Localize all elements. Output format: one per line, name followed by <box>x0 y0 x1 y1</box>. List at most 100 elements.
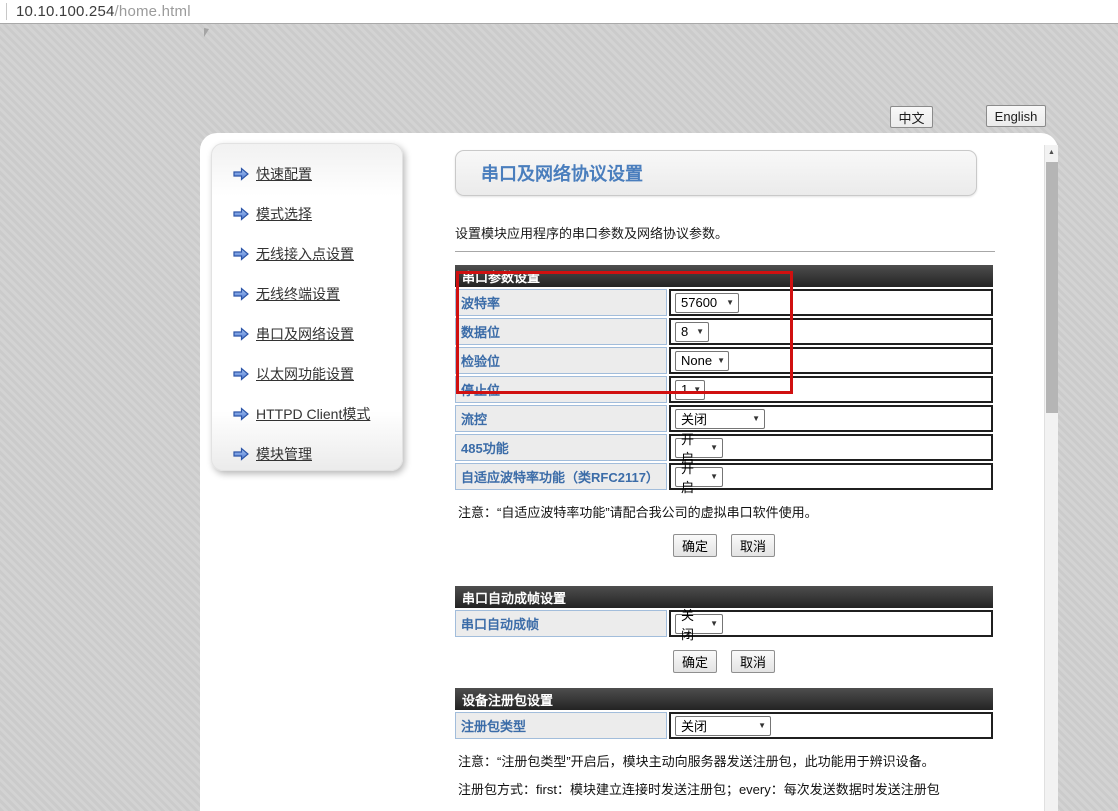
row-value-cell: 开启▼ <box>669 463 993 490</box>
sidebar-item-7[interactable]: HTTPD Client模式 <box>212 394 402 434</box>
select-value: 关闭 <box>681 716 707 735</box>
row-value-cell: 开启▼ <box>669 434 993 461</box>
select-value: 关闭 <box>681 605 705 643</box>
section-header: 设备注册包设置 <box>455 688 993 710</box>
arrow-right-icon <box>232 247 250 261</box>
row-value-cell: 57600▼ <box>669 289 993 316</box>
row-label: 流控 <box>455 405 667 432</box>
table-row: 流控关闭 ▼ <box>455 405 993 432</box>
cancel-button[interactable]: 取消 <box>731 534 775 557</box>
select-value: 关闭 <box>681 409 707 428</box>
arrow-right-icon <box>232 327 250 341</box>
row-value-cell: 关闭▼ <box>669 712 993 739</box>
page-description: 设置模块应用程序的串口参数及网络协议参数。 <box>455 223 995 242</box>
row-label: 串口自动成帧 <box>455 610 667 637</box>
arrow-right-icon <box>232 167 250 181</box>
table-row: 波特率 57600▼ <box>455 289 993 316</box>
arrow-right-icon <box>232 207 250 221</box>
scroll-up-icon[interactable]: ▲ <box>1045 145 1058 160</box>
chevron-down-icon: ▼ <box>726 298 734 307</box>
sidebar-item-4[interactable]: 无线终端设置 <box>212 274 402 314</box>
chevron-down-icon: ▼ <box>710 472 718 481</box>
sidebar-item-5[interactable]: 串口及网络设置 <box>212 314 402 354</box>
page-background: 中文 English 快速配置模式选择无线接入点设置无线终端设置串口及网络设置以… <box>0 24 1118 811</box>
sidebar-item-3[interactable]: 无线接入点设置 <box>212 234 402 274</box>
lang-english-button[interactable]: English <box>986 105 1046 127</box>
ok-button[interactable]: 确定 <box>673 650 717 673</box>
table-row: 自适应波特率功能（类RFC2117） 开启▼ <box>455 463 993 490</box>
row-select[interactable]: 关闭▼ <box>675 716 771 736</box>
row-label: 波特率 <box>455 289 667 316</box>
browser-address-bar[interactable]: 10.10.100.254/home.html <box>0 0 1118 24</box>
row-value-cell: 1▼ <box>669 376 993 403</box>
section-header: 串口自动成帧设置 <box>455 586 993 608</box>
row-value-cell: 8▼ <box>669 318 993 345</box>
page-title-box: 串口及网络协议设置 <box>455 150 977 196</box>
chevron-down-icon: ▼ <box>710 619 718 628</box>
scrollbar-thumb[interactable] <box>1046 162 1058 413</box>
cancel-button[interactable]: 取消 <box>731 650 775 673</box>
table-row: 数据位 8▼ <box>455 318 993 345</box>
row-select[interactable]: 开启▼ <box>675 467 723 487</box>
main-content: 串口及网络协议设置 设置模块应用程序的串口参数及网络协议参数。 串口参数设置波特… <box>455 133 995 811</box>
sidebar-item-label: 串口及网络设置 <box>256 324 354 344</box>
sidebar-nav: 快速配置模式选择无线接入点设置无线终端设置串口及网络设置以太网功能设置 HTTPD… <box>211 143 403 471</box>
chevron-down-icon: ▼ <box>693 385 701 394</box>
divider <box>455 251 995 252</box>
table-row: 注册包类型关闭▼ <box>455 712 993 739</box>
row-select[interactable]: 8▼ <box>675 322 709 342</box>
page-title: 串口及网络协议设置 <box>481 160 643 186</box>
arrow-right-icon <box>232 287 250 301</box>
sidebar-item-label: 以太网功能设置 <box>256 364 354 384</box>
sidebar-item-label: HTTPD Client模式 <box>256 404 370 424</box>
chevron-down-icon: ▼ <box>696 327 704 336</box>
row-select[interactable]: 关闭▼ <box>675 614 723 634</box>
row-select[interactable]: 开启▼ <box>675 438 723 458</box>
arrow-right-icon <box>232 407 250 421</box>
sidebar-item-label: 无线终端设置 <box>256 284 340 304</box>
select-value: None <box>681 353 712 368</box>
row-select[interactable]: None ▼ <box>675 351 729 371</box>
sidebar-item-8[interactable]: 模块管理 <box>212 434 402 474</box>
scrollbar[interactable]: ▲ <box>1044 145 1058 811</box>
addressbar-divider <box>6 3 7 20</box>
row-label: 485功能 <box>455 434 667 461</box>
sidebar-item-label: 快速配置 <box>256 164 312 184</box>
row-select[interactable]: 关闭 ▼ <box>675 409 765 429</box>
ok-button[interactable]: 确定 <box>673 534 717 557</box>
table-row: 485功能开启▼ <box>455 434 993 461</box>
arrow-right-icon <box>232 367 250 381</box>
lang-chinese-button[interactable]: 中文 <box>890 106 933 128</box>
row-label: 停止位 <box>455 376 667 403</box>
settings-section-3: 设备注册包设置注册包类型关闭▼ 注意：“注册包类型”开启后，模块主动向服务器发送注… <box>455 688 993 811</box>
sidebar-item-label: 无线接入点设置 <box>256 244 354 264</box>
section-note: 注意：“注册包类型”开启后，模块主动向服务器发送注册包，此功能用于辨识设备。 <box>455 751 993 770</box>
row-label: 数据位 <box>455 318 667 345</box>
mouse-cursor <box>204 28 209 37</box>
table-row: 串口自动成帧关闭▼ <box>455 610 993 637</box>
row-select[interactable]: 1▼ <box>675 380 705 400</box>
section-note: 注册包方式：first：模块建立连接时发送注册包；every：每次发送数据时发送… <box>455 779 993 798</box>
chevron-down-icon: ▼ <box>752 414 760 423</box>
section-actions: 确定取消 <box>455 650 993 673</box>
sidebar-item-2[interactable]: 模式选择 <box>212 194 402 234</box>
settings-sections: 串口参数设置波特率57600▼数据位8▼检验位None▼停止位1▼流控关闭▼48… <box>455 265 995 811</box>
row-label: 检验位 <box>455 347 667 374</box>
sidebar-item-6[interactable]: 以太网功能设置 <box>212 354 402 394</box>
sidebar-item-label: 模块管理 <box>256 444 312 464</box>
chevron-down-icon: ▼ <box>710 443 718 452</box>
chevron-down-icon: ▼ <box>717 356 725 365</box>
table-row: 检验位 None ▼ <box>455 347 993 374</box>
row-select[interactable]: 57600▼ <box>675 293 739 313</box>
content-panel: 快速配置模式选择无线接入点设置无线终端设置串口及网络设置以太网功能设置 HTTPD… <box>200 133 1058 811</box>
settings-section-1: 串口参数设置波特率57600▼数据位8▼检验位None▼停止位1▼流控关闭▼48… <box>455 265 993 557</box>
sidebar-item-label: 模式选择 <box>256 204 312 224</box>
row-value-cell: 关闭 ▼ <box>669 405 993 432</box>
row-label: 自适应波特率功能（类RFC2117） <box>455 463 667 490</box>
page-url: 10.10.100.254/home.html <box>16 3 191 20</box>
row-value-cell: 关闭▼ <box>669 610 993 637</box>
settings-section-2: 串口自动成帧设置串口自动成帧关闭▼确定取消 <box>455 586 993 673</box>
arrow-right-icon <box>232 447 250 461</box>
select-value: 开启 <box>681 458 705 496</box>
sidebar-item-1[interactable]: 快速配置 <box>212 154 402 194</box>
